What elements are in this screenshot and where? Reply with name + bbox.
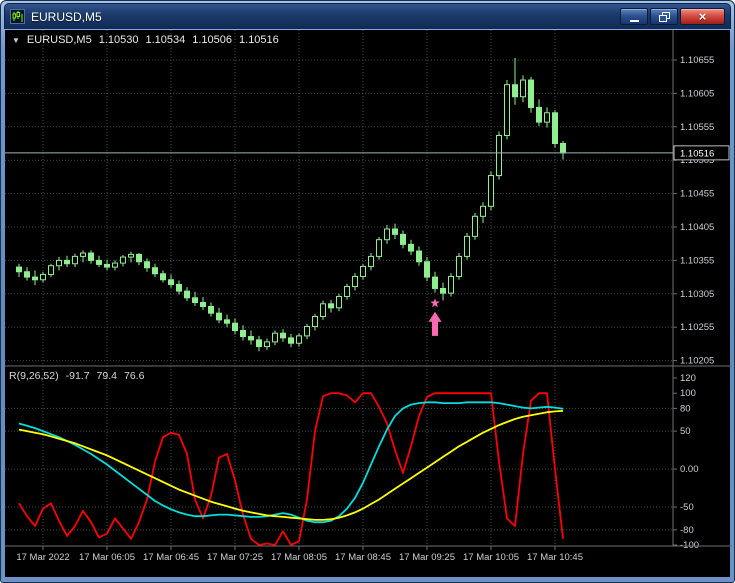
chart-canvas[interactable]: 17 Mar 2022 17 Mar 06:05 17 Mar 06:45 17 Ma… [5, 30, 732, 579]
symbol-ohlc-label: ▼ EURUSD,M5 1.10530 1.10534 1.10506 1.10… [12, 34, 279, 46]
minimize-icon [629, 19, 639, 22]
svg-text:17 Mar 09:25: 17 Mar 09:25 [399, 552, 455, 563]
svg-text:17 Mar 2022: 17 Mar 2022 [16, 552, 69, 563]
chart-window-icon [10, 9, 25, 24]
ohlc-high: 1.10534 [145, 34, 186, 46]
svg-text:17 Mar 08:05: 17 Mar 08:05 [271, 552, 327, 563]
close-icon: × [698, 9, 707, 24]
svg-text:-50: -50 [680, 502, 694, 513]
ohlc-low: 1.10506 [192, 34, 233, 46]
svg-text:50: 50 [680, 426, 691, 437]
svg-text:1.10455: 1.10455 [680, 189, 714, 200]
svg-text:1.10305: 1.10305 [680, 289, 714, 300]
chart-client-area: 17 Mar 2022 17 Mar 06:05 17 Mar 06:45 17 Ma… [5, 30, 732, 579]
restore-button[interactable] [650, 8, 678, 25]
ohlc-close: 1.10516 [239, 34, 279, 46]
svg-text:80: 80 [680, 403, 691, 414]
symbol-name: EURUSD,M5 [26, 34, 92, 46]
svg-text:1.10555: 1.10555 [680, 122, 714, 133]
svg-text:17 Mar 10:45: 17 Mar 10:45 [527, 552, 583, 563]
svg-text:0.00: 0.00 [680, 464, 699, 475]
titlebar[interactable]: EURUSD,M5 × [4, 3, 731, 29]
close-button[interactable]: × [680, 8, 725, 25]
svg-text:1.10655: 1.10655 [680, 55, 714, 66]
ohlc-open: 1.10530 [98, 34, 139, 46]
svg-text:-80: -80 [680, 525, 694, 536]
svg-text:1.10355: 1.10355 [680, 255, 714, 266]
indicator-value-2: 79.4 [96, 370, 117, 382]
svg-text:1.10605: 1.10605 [680, 88, 714, 99]
svg-text:100: 100 [680, 388, 696, 399]
svg-text:17 Mar 07:25: 17 Mar 07:25 [207, 552, 263, 563]
collapse-arrow-icon[interactable]: ▼ [12, 36, 20, 45]
window-title: EURUSD,M5 [31, 9, 102, 24]
svg-text:17 Mar 06:45: 17 Mar 06:45 [143, 552, 199, 563]
indicator-name: R(9,26,52) [9, 370, 59, 382]
svg-text:120: 120 [680, 373, 696, 384]
svg-text:17 Mar 08:45: 17 Mar 08:45 [335, 552, 391, 563]
indicator-values-label: R(9,26,52) -91.7 79.4 76.6 [9, 370, 144, 382]
svg-text:1.10205: 1.10205 [680, 356, 714, 367]
svg-text:1.10516: 1.10516 [680, 148, 714, 159]
window-controls: × [620, 8, 725, 25]
indicator-value-1: -91.7 [65, 370, 90, 382]
restore-icon [658, 11, 670, 22]
indicator-value-3: 76.6 [123, 370, 145, 382]
svg-text:1.10405: 1.10405 [680, 222, 714, 233]
svg-text:1.10255: 1.10255 [680, 322, 714, 333]
svg-text:17 Mar 10:05: 17 Mar 10:05 [463, 552, 519, 563]
chart-window: EURUSD,M5 × 17 Mar 2022 17 Mar 06:05 17 Ma… [0, 0, 735, 583]
minimize-button[interactable] [620, 8, 648, 25]
svg-text:17 Mar 06:05: 17 Mar 06:05 [79, 552, 135, 563]
